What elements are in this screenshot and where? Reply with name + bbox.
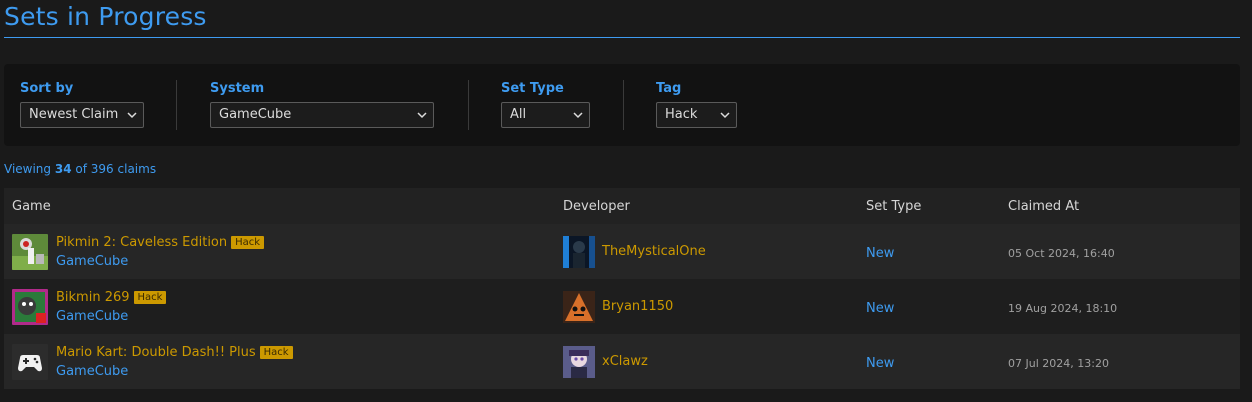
header-claimed-at: Claimed At (1000, 188, 1240, 224)
sort-by-filter: Sort by Newest Claim (20, 80, 144, 128)
set-type-link[interactable]: New (866, 301, 894, 316)
chevron-down-icon (417, 112, 427, 119)
page-title: Sets in Progress (4, 2, 207, 31)
table-row: Pikmin 2: Caveless Edition Hack GameCube… (4, 224, 1240, 279)
chevron-down-icon (573, 112, 583, 119)
table-row: Bikmin 269 Hack GameCube Bryan1150 New 1… (4, 279, 1240, 334)
filter-divider (623, 80, 624, 130)
game-thumbnail[interactable] (12, 288, 48, 325)
game-title-link[interactable]: Bikmin 269 (56, 290, 130, 305)
set-type-filter: Set Type All (501, 80, 590, 128)
system-value: GameCube (219, 107, 292, 122)
system-select[interactable]: GameCube (210, 102, 434, 128)
developer-link[interactable]: xClawz (602, 354, 648, 369)
hack-badge: Hack (231, 235, 265, 249)
sort-by-value: Newest Claim (29, 107, 119, 122)
claims-table: Game Developer Set Type Claimed At Pikmi… (4, 188, 1240, 389)
summary-prefix: Viewing (4, 162, 52, 176)
system-link[interactable]: GameCube (56, 364, 293, 379)
game-title-link[interactable]: Mario Kart: Double Dash!! Plus (56, 345, 256, 360)
set-type-select[interactable]: All (501, 102, 590, 128)
tag-select[interactable]: Hack (656, 102, 737, 128)
developer-link[interactable]: Bryan1150 (602, 299, 673, 314)
set-type-link[interactable]: New (866, 246, 894, 261)
system-filter: System GameCube (210, 80, 434, 128)
set-type-value: All (510, 107, 527, 122)
filter-divider (468, 80, 469, 130)
claimed-at: 07 Jul 2024, 13:20 (1008, 357, 1109, 370)
tag-label: Tag (656, 81, 682, 96)
summary-shown-count: 34 (54, 162, 72, 176)
set-type-label: Set Type (501, 81, 564, 96)
developer-link[interactable]: TheMysticalOne (602, 244, 706, 259)
title-divider (4, 37, 1240, 38)
developer-avatar[interactable] (563, 235, 595, 268)
hack-badge: Hack (133, 290, 167, 304)
system-label: System (210, 81, 265, 96)
system-link[interactable]: GameCube (56, 309, 166, 324)
table-header-row: Game Developer Set Type Claimed At (4, 188, 1240, 224)
tag-filter: Tag Hack (656, 80, 737, 128)
summary-total: of 396 claims (75, 162, 157, 176)
hack-badge: Hack (259, 345, 293, 359)
game-thumbnail[interactable] (12, 233, 48, 270)
claimed-at: 19 Aug 2024, 18:10 (1008, 302, 1118, 315)
sort-by-select[interactable]: Newest Claim (20, 102, 144, 128)
filter-panel: Sort by Newest Claim System GameCube Set… (4, 64, 1240, 146)
set-type-link[interactable]: New (866, 356, 894, 371)
chevron-down-icon (127, 112, 137, 119)
game-thumbnail[interactable] (12, 343, 48, 380)
header-set-type: Set Type (858, 188, 1000, 224)
table-row: Mario Kart: Double Dash!! Plus Hack Game… (4, 334, 1240, 389)
sort-by-label: Sort by (20, 81, 74, 96)
results-summary: Viewing 34 of 396 claims (4, 162, 156, 176)
chevron-down-icon (720, 112, 730, 119)
claimed-at: 05 Oct 2024, 16:40 (1008, 247, 1115, 260)
developer-avatar[interactable] (563, 345, 595, 378)
filter-divider (176, 80, 177, 130)
developer-avatar[interactable] (563, 290, 595, 323)
header-game: Game (4, 188, 555, 224)
gamepad-icon (12, 343, 48, 380)
tag-value: Hack (665, 107, 698, 122)
header-developer: Developer (555, 188, 858, 224)
game-title-link[interactable]: Pikmin 2: Caveless Edition (56, 235, 227, 250)
system-link[interactable]: GameCube (56, 254, 264, 269)
